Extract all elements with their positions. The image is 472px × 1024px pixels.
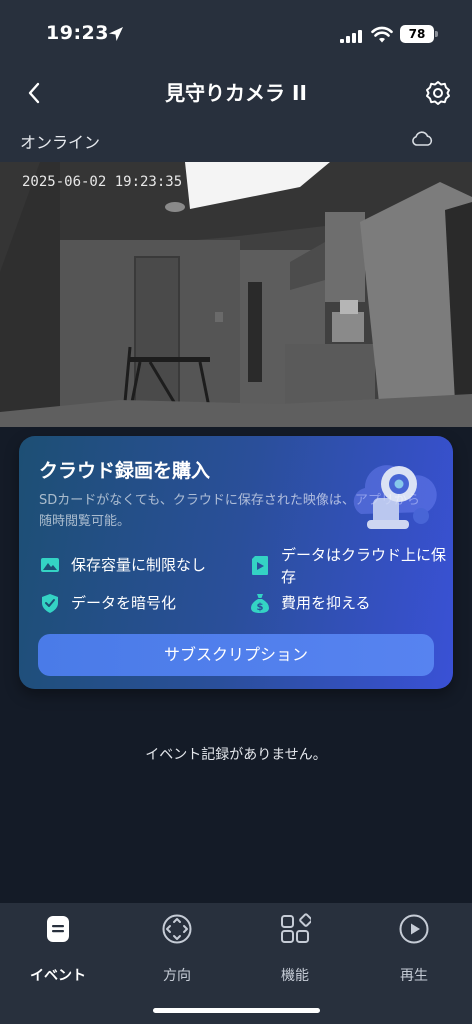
feature-label: 費用を抑える: [281, 594, 371, 612]
cellular-signal-icon: [340, 30, 362, 43]
svg-text:$: $: [257, 602, 264, 613]
feature-unlimited-storage: 保存容量に制限なし: [39, 554, 239, 576]
page-title: 見守りカメラ II: [165, 81, 307, 105]
cloud-camera-illustration: [353, 465, 437, 529]
status-bar: 19:23 78: [0, 0, 472, 70]
tab-label: 機能: [281, 968, 309, 984]
feature-cloud-storage: データはクラウド上に保存: [249, 544, 449, 588]
feature-low-cost: $ 費用を抑える: [249, 592, 449, 614]
connection-status: オンライン: [20, 133, 101, 152]
bottom-tab-bar: イベント 方向 機能 再生: [0, 903, 472, 1024]
feature-label: 保存容量に制限なし: [71, 556, 207, 574]
tab-event[interactable]: イベント: [8, 913, 108, 984]
direction-icon: [162, 914, 192, 944]
play-icon: [399, 914, 429, 944]
wifi-icon: [371, 26, 393, 43]
tab-features[interactable]: 機能: [245, 913, 345, 984]
tab-label: イベント: [30, 968, 86, 984]
money-bag-icon: $: [251, 594, 269, 613]
home-indicator: [153, 1008, 320, 1013]
tab-direction[interactable]: 方向: [127, 913, 227, 984]
tab-label: 方向: [163, 968, 191, 984]
subscription-button[interactable]: サブスクリプション: [38, 634, 434, 676]
gear-icon: [426, 81, 450, 105]
cloud-icon: [412, 131, 433, 146]
tab-playback[interactable]: 再生: [364, 913, 464, 984]
camera-scene: [0, 162, 472, 427]
image-icon: [41, 558, 59, 572]
cloud-button[interactable]: [410, 130, 434, 148]
promo-title: クラウド録画を購入: [39, 460, 211, 482]
camera-live-view[interactable]: 2025-06-02 19:23:35: [0, 162, 472, 427]
features-grid-icon: [281, 913, 311, 943]
battery-tip: [435, 31, 438, 37]
shield-check-icon: [42, 594, 58, 613]
cloud-promo-card: クラウド録画を購入 SDカードがなくても、クラウドに保存された映像は、アプリから…: [19, 436, 453, 689]
location-arrow-icon: [109, 27, 123, 41]
settings-button[interactable]: [424, 79, 452, 107]
event-icon: [47, 916, 69, 942]
camera-timestamp: 2025-06-02 19:23:35: [22, 174, 183, 190]
feature-encryption: データを暗号化: [39, 592, 239, 614]
tab-label: 再生: [400, 968, 428, 984]
feature-label: データはクラウド上に保存: [281, 546, 447, 586]
sd-card-icon: [252, 556, 268, 575]
feature-label: データを暗号化: [71, 594, 177, 612]
empty-events-message: イベント記録がありません。: [145, 747, 327, 763]
status-time: 19:23: [46, 22, 109, 44]
battery-indicator: 78: [400, 25, 434, 43]
